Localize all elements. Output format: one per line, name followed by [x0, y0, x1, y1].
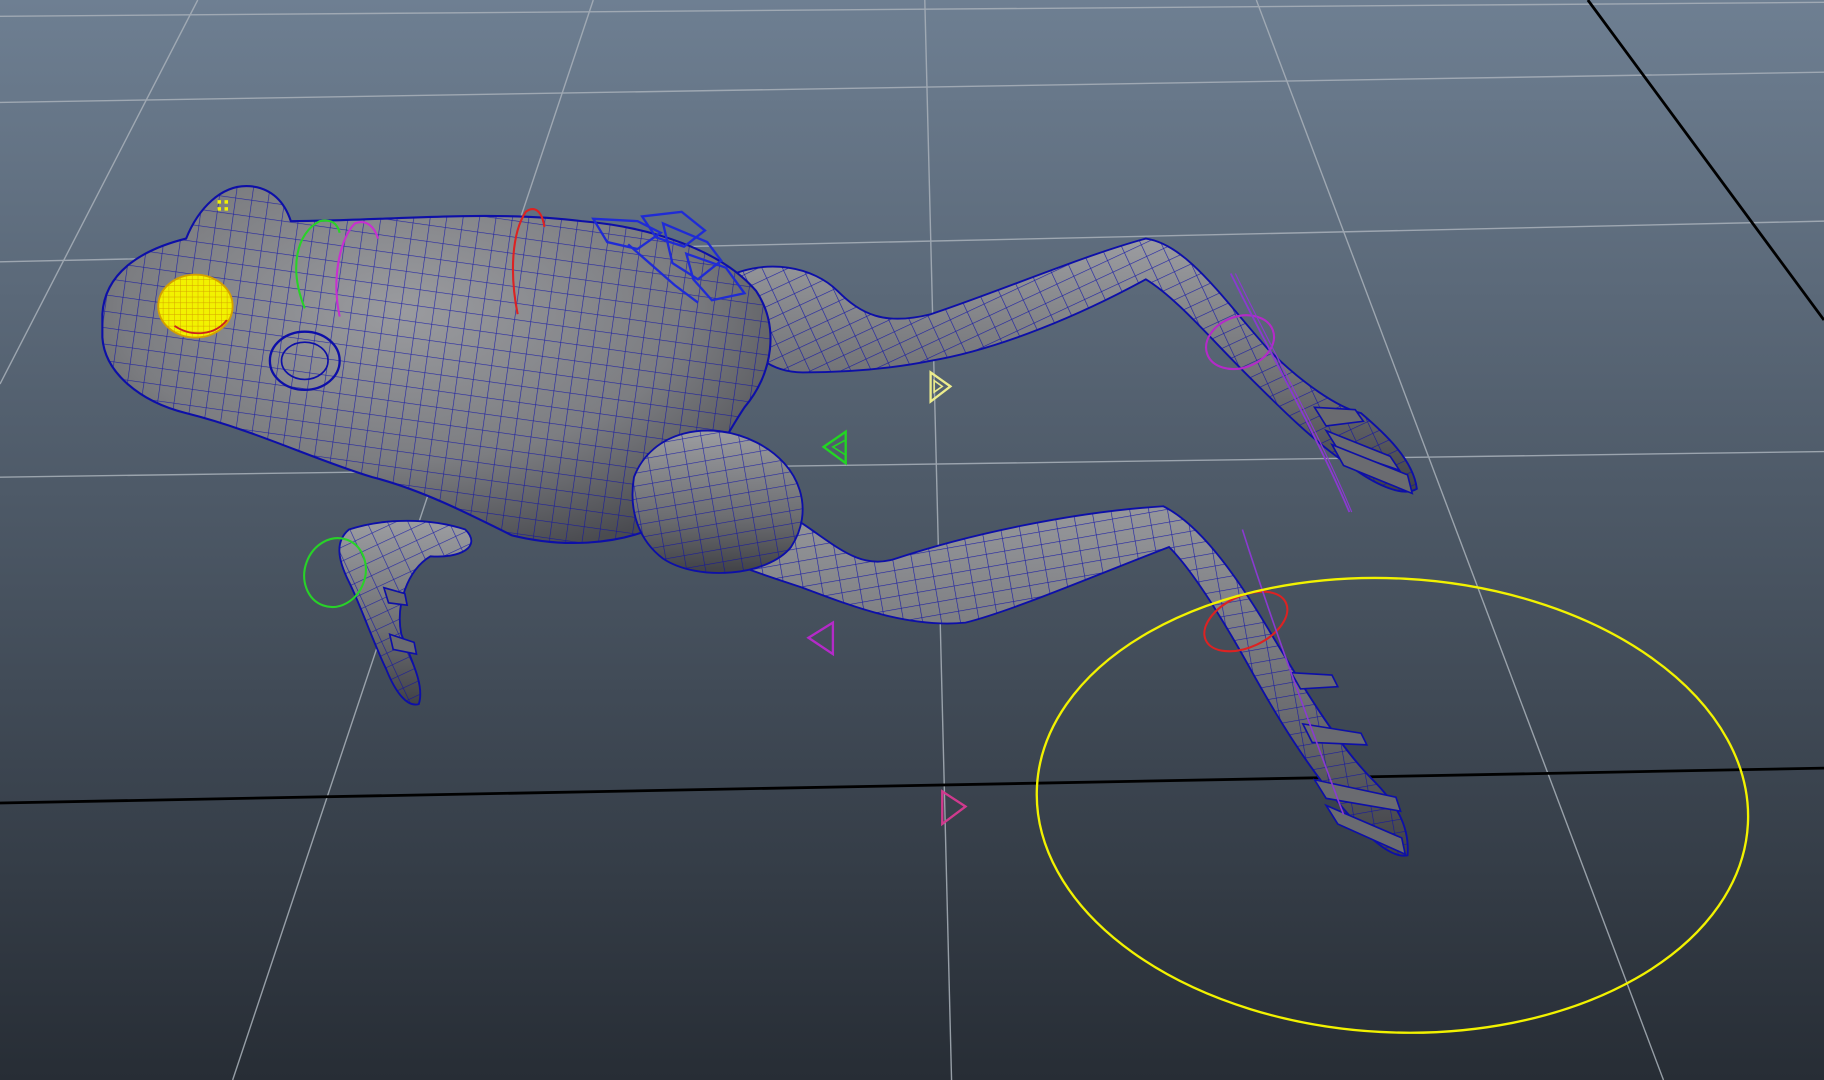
maya-viewport[interactable] [0, 0, 1824, 1080]
viewport-background [0, 0, 1824, 1080]
viewport-scene[interactable] [0, 0, 1824, 1080]
